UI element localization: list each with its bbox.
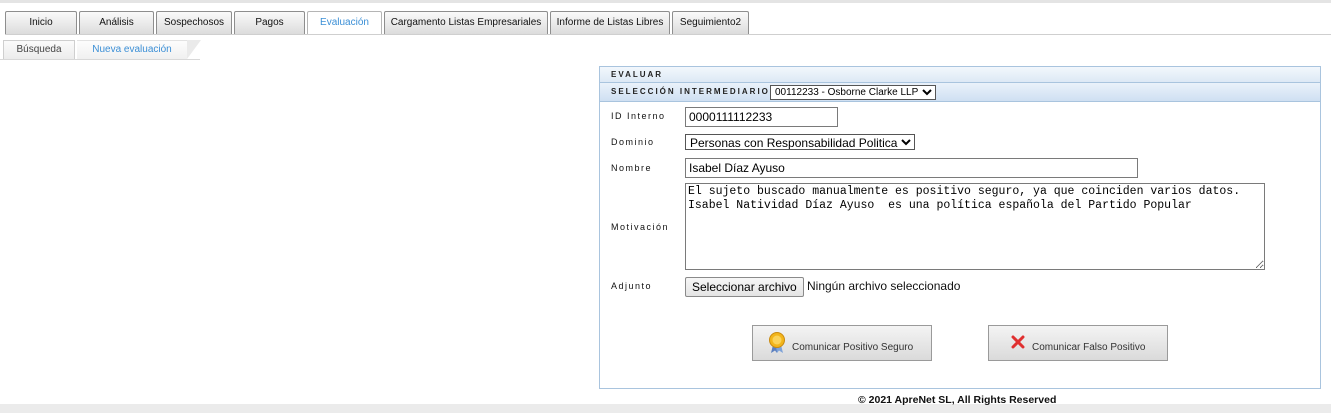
panel-title: EVALUAR [600,67,1320,83]
select-file-button[interactable]: Seleccionar archivo [685,277,804,297]
report-false-positive-label: Comunicar Falso Positivo [1032,342,1146,353]
domain-select[interactable]: Personas con Responsabilidad Politica [685,134,915,150]
name-label: Nombre [611,163,653,173]
evaluation-panel: EVALUAR SELECCIÓN INTERMEDIARIO 00112233… [599,66,1321,389]
motivation-label: Motivación [611,222,670,232]
attachment-label: Adjunto [611,281,653,291]
tab-seguimiento2[interactable]: Seguimiento2 [672,11,749,34]
name-input[interactable] [685,158,1138,178]
intermediary-label: SELECCIÓN INTERMEDIARIO [611,87,770,96]
domain-label: Dominio [611,137,655,147]
subtabs-divider [0,59,200,60]
intermediary-select[interactable]: 00112233 - Osborne Clarke LLP [770,85,936,100]
tab-pagos[interactable]: Pagos [234,11,305,34]
tabs-divider [5,34,1331,35]
top-border [0,0,1331,3]
copyright: © 2021 ApreNet SL, All Rights Reserved [858,394,1057,406]
report-positive-button[interactable]: Comunicar Positivo Seguro [752,325,932,361]
red-x-icon [1011,335,1025,352]
tab-informe-listas[interactable]: Informe de Listas Libres [550,11,670,34]
award-badge-icon [767,332,787,357]
tab-analisis[interactable]: Análisis [79,11,154,34]
tab-sospechosos[interactable]: Sospechosos [156,11,232,34]
id-interno-input[interactable] [685,107,838,127]
intermediary-bar: SELECCIÓN INTERMEDIARIO 00112233 - Osbor… [600,83,1320,102]
report-positive-label: Comunicar Positivo Seguro [792,342,914,353]
subtab-nueva-evaluacion[interactable]: Nueva evaluación [77,40,201,59]
tab-evaluacion[interactable]: Evaluación [307,11,382,35]
report-false-positive-button[interactable]: Comunicar Falso Positivo [988,325,1168,361]
footer-bar [0,404,1331,413]
motivation-textarea[interactable]: El sujeto buscado manualmente es positiv… [685,183,1265,270]
tab-inicio[interactable]: Inicio [5,11,77,34]
subtab-busqueda[interactable]: Búsqueda [3,40,75,59]
id-label: ID Interno [611,111,666,121]
tab-cargamento-listas[interactable]: Cargamento Listas Empresariales [384,11,548,34]
file-status: Ningún archivo seleccionado [807,279,961,293]
